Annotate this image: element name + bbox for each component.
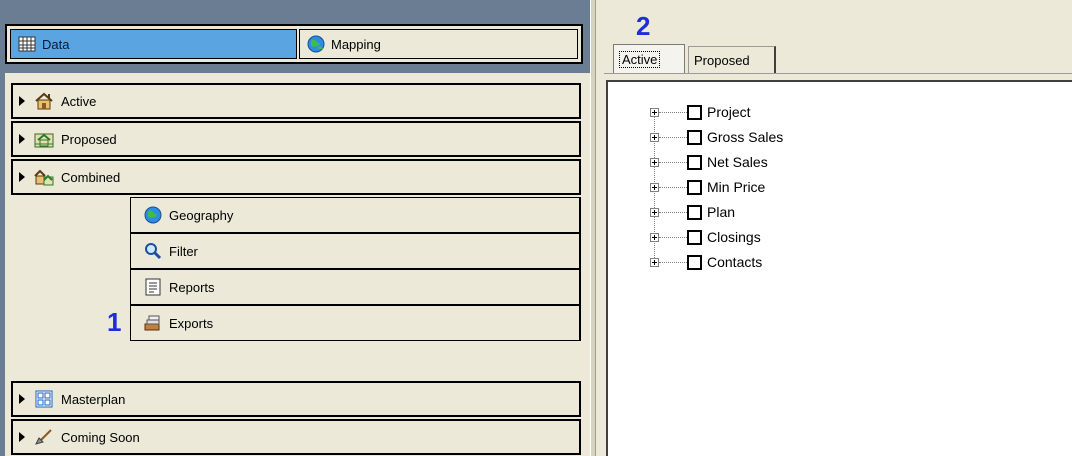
- globe-icon: [143, 205, 163, 225]
- tree-dots: [659, 136, 687, 138]
- tree-item-project[interactable]: Project: [650, 102, 751, 122]
- nav-item-masterplan[interactable]: Masterplan: [11, 381, 581, 417]
- nav-item-label: Coming Soon: [61, 429, 140, 445]
- expand-plus-icon[interactable]: [650, 182, 659, 192]
- tree-item-gross-sales[interactable]: Gross Sales: [650, 127, 783, 147]
- tab-strip-line: [604, 73, 1072, 74]
- sub-item-reports[interactable]: Reports: [130, 269, 581, 305]
- nav-item-label: Proposed: [61, 131, 117, 147]
- tree-checkbox[interactable]: [687, 254, 702, 270]
- tree-item-min-price[interactable]: Min Price: [650, 177, 765, 197]
- tree-dots: [659, 161, 687, 163]
- tab-mapping[interactable]: Mapping: [299, 29, 578, 59]
- nav-item-label: Masterplan: [61, 391, 126, 407]
- expand-arrow-icon: [19, 394, 25, 404]
- tab-data[interactable]: Data: [10, 29, 297, 59]
- tree-item-label: Project: [707, 104, 751, 120]
- callout-number-2: 2: [636, 11, 651, 41]
- tree-item-plan[interactable]: Plan: [650, 202, 735, 222]
- tab-proposed[interactable]: Proposed: [688, 46, 776, 73]
- tree-item-label: Min Price: [707, 179, 766, 195]
- blueprint-house-icon: [34, 129, 54, 149]
- tree-item-label: Closings: [707, 229, 761, 245]
- nav-item-active[interactable]: Active: [11, 83, 581, 119]
- expand-plus-icon[interactable]: [650, 232, 659, 242]
- sub-item-label: Geography: [169, 207, 234, 223]
- tree-dots: [659, 111, 687, 113]
- combined-houses-icon: [34, 167, 54, 187]
- expand-plus-icon[interactable]: [650, 132, 659, 142]
- globe-icon: [306, 34, 326, 54]
- sub-item-filter[interactable]: Filter: [130, 233, 581, 269]
- tree-dots: [659, 236, 687, 238]
- shovel-icon: [34, 427, 54, 447]
- nav-item-proposed[interactable]: Proposed: [11, 121, 581, 157]
- tree-item-label: Net Sales: [707, 154, 768, 170]
- callout-number-1: 1: [107, 307, 122, 337]
- expand-arrow-icon: [19, 432, 25, 442]
- navigation-body: Active Proposed Combined Geography Filte…: [5, 73, 590, 456]
- expand-plus-icon[interactable]: [650, 107, 659, 117]
- sub-item-geography[interactable]: Geography: [130, 197, 581, 233]
- house-icon: [34, 91, 54, 111]
- masterplan-grid-icon: [34, 389, 54, 409]
- nav-item-combined[interactable]: Combined: [11, 159, 581, 195]
- export-stack-icon: [143, 313, 163, 333]
- report-document-icon: [143, 277, 163, 297]
- expand-plus-icon[interactable]: [650, 207, 659, 217]
- tab-active-label: Active: [619, 51, 661, 68]
- sub-item-exports[interactable]: Exports: [130, 305, 581, 341]
- expand-arrow-icon: [19, 96, 25, 106]
- tree-checkbox[interactable]: [687, 154, 702, 170]
- tree-dots: [659, 211, 687, 213]
- expand-plus-icon[interactable]: [650, 257, 659, 267]
- panel-top-strip: [0, 0, 590, 24]
- left-navigation-panel: Data Mapping Active Proposed Combined Ge…: [0, 0, 590, 456]
- expand-plus-icon[interactable]: [650, 157, 659, 167]
- tree-checkbox[interactable]: [687, 204, 702, 220]
- expand-arrow-icon: [19, 134, 25, 144]
- field-tree-view[interactable]: Project Gross Sales Net Sales Min Price …: [606, 80, 1072, 456]
- tree-item-contacts[interactable]: Contacts: [650, 252, 762, 272]
- tree-dots: [659, 261, 687, 263]
- right-content-panel: 2 Active Proposed Project Gross Sales Ne…: [596, 0, 1072, 456]
- sub-item-label: Filter: [169, 243, 198, 259]
- tree-checkbox[interactable]: [687, 104, 702, 120]
- magnifier-icon: [143, 241, 163, 261]
- top-tab-bar: Data Mapping: [5, 24, 583, 64]
- tree-dots: [659, 186, 687, 188]
- tree-item-label: Gross Sales: [707, 129, 784, 145]
- tree-item-closings[interactable]: Closings: [650, 227, 761, 247]
- nav-item-coming-soon[interactable]: Coming Soon: [11, 419, 581, 455]
- nav-item-label: Active: [61, 93, 97, 109]
- grid-table-icon: [17, 34, 37, 54]
- tree-checkbox[interactable]: [687, 129, 702, 145]
- tree-checkbox[interactable]: [687, 179, 702, 195]
- sub-item-label: Reports: [169, 279, 215, 295]
- tab-mapping-label: Mapping: [331, 36, 381, 52]
- tab-data-label: Data: [42, 36, 70, 52]
- tree-checkbox[interactable]: [687, 229, 702, 245]
- tab-active[interactable]: Active: [613, 44, 685, 74]
- tab-proposed-label: Proposed: [694, 52, 750, 68]
- sub-item-label: Exports: [169, 315, 214, 331]
- nav-item-label: Combined: [61, 169, 121, 185]
- tree-item-net-sales[interactable]: Net Sales: [650, 152, 768, 172]
- tree-item-label: Contacts: [707, 254, 763, 270]
- tree-item-label: Plan: [707, 204, 736, 220]
- expand-arrow-icon: [19, 172, 25, 182]
